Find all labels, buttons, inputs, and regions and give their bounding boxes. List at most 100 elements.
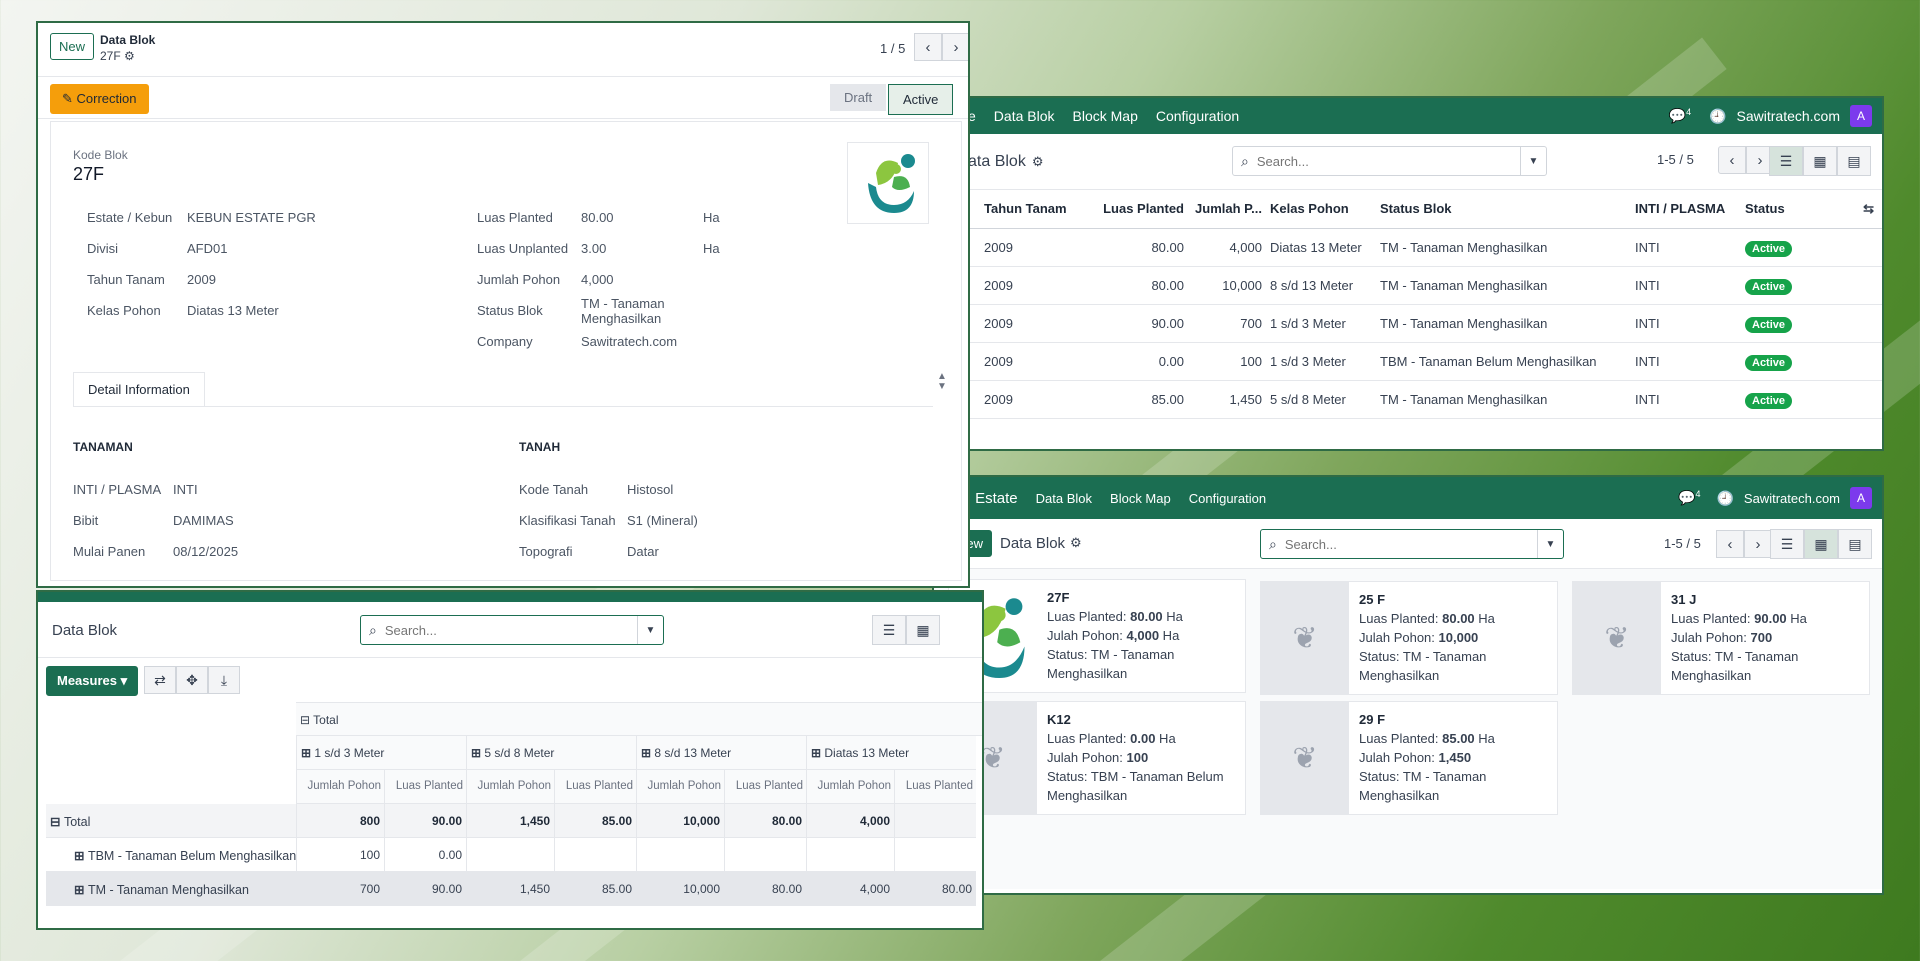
table-row[interactable]: 2009 0.00 100 1 s/d 3 Meter TBM - Tanaman Be… [932,342,1882,380]
kanban-view-button[interactable]: ▦ [906,615,940,645]
clock-icon[interactable]: 🕘 [1716,490,1733,507]
pivot-group-header[interactable]: ⊞ 8 s/d 13 Meter [636,736,806,770]
pivot-cell[interactable] [636,838,724,872]
gear-icon[interactable]: ⚙ [124,49,135,63]
field-value[interactable]: S1 (Mineral) [627,513,827,528]
new-button[interactable]: New [50,33,95,60]
kanban-card[interactable]: ❦ K12 Luas Planted: 0.00 Ha Julah Pohon: 10… [948,701,1246,815]
next-page-button[interactable]: › [942,33,968,61]
pivot-measure-header[interactable]: Jumlah Pohon [466,770,554,804]
field-value[interactable]: Datar [627,544,827,559]
column-settings-icon[interactable]: ⇆ [1839,190,1882,228]
pivot-cell[interactable] [894,804,976,838]
pivot-measure-header[interactable]: Luas Planted [894,770,976,804]
avatar[interactable]: A [1850,105,1872,127]
menu-item[interactable]: Configuration [1189,491,1266,506]
pivot-cell[interactable] [466,838,554,872]
next-page-button[interactable]: › [1744,530,1772,558]
gear-icon[interactable]: ⚙ [1070,535,1082,551]
pivot-group-header[interactable]: ⊞ 5 s/d 8 Meter [466,736,636,770]
pivot-cell[interactable]: 80.00 [724,872,806,906]
pager[interactable]: 1-5 / 5 [1657,152,1694,167]
breadcrumb[interactable]: Data Blok [100,33,155,47]
list-view-button[interactable]: ☰ [1769,146,1803,176]
pivot-measure-header[interactable]: Luas Planted [554,770,636,804]
search-input[interactable] [1284,536,1537,552]
pivot-measure-header[interactable]: Jumlah Pohon [296,770,384,804]
chevron-down-icon[interactable]: ▼ [1520,147,1546,175]
pivot-group-header[interactable]: ⊞ Diatas 13 Meter [806,736,976,770]
column-header[interactable]: INTI / PLASMA [1635,190,1745,228]
column-header[interactable]: Luas Planted [1094,190,1184,228]
tab-detail-information[interactable]: Detail Information [73,372,205,406]
pivot-cell[interactable] [894,838,976,872]
pivot-cell[interactable] [724,838,806,872]
pivot-row-header[interactable]: ⊞ TM - Tanaman Menghasilkan [46,872,296,906]
pivot-group-header[interactable]: ⊞ 1 s/d 3 Meter [296,736,466,770]
pivot-cell[interactable]: 1,450 [466,872,554,906]
pivot-cell[interactable] [554,838,636,872]
list-view-button[interactable]: ☰ [872,615,906,645]
download-icon[interactable]: ⤓ [208,666,240,694]
search-input[interactable] [1256,153,1520,169]
pivot-measure-header[interactable]: Jumlah Pohon [636,770,724,804]
measures-button[interactable]: Measures ▾ [46,666,139,696]
flip-axis-icon[interactable]: ⇄ [144,666,176,694]
field-value[interactable]: Diatas 13 Meter [187,303,407,318]
pivot-cell[interactable]: 100 [296,838,384,872]
kanban-card[interactable]: ❦ 29 F Luas Planted: 85.00 Ha Julah Pohon: … [1260,701,1558,815]
pivot-measure-header[interactable]: Luas Planted [724,770,806,804]
search-input[interactable] [384,622,637,638]
menu-item[interactable]: Block Map [1110,491,1171,506]
kanban-card[interactable]: ❦ 25 F Luas Planted: 80.00 Ha Julah Pohon: … [1260,581,1558,695]
field-value[interactable]: TM - Tanaman Menghasilkan [581,296,703,326]
pivot-cell[interactable]: 4,000 [806,872,894,906]
pivot-view-button[interactable]: ▤ [1837,146,1871,176]
scroll-arrows-icon[interactable]: ▲ ▼ [937,372,947,392]
kanban-view-button[interactable]: ▦ [1803,146,1837,176]
chevron-down-icon[interactable]: ▼ [1537,530,1563,558]
column-header[interactable]: Status Blok [1380,190,1635,228]
field-value[interactable]: 4,000 [581,272,703,287]
column-header[interactable]: Jumlah P... [1184,190,1262,228]
status-draft[interactable]: Draft [830,84,887,111]
field-value[interactable]: Histosol [627,482,827,497]
company-name[interactable]: Sawitratech.com [1737,108,1840,124]
pivot-cell[interactable]: 90.00 [384,872,466,906]
field-value[interactable]: AFD01 [187,241,407,256]
chat-icon[interactable]: 💬4 [1669,107,1691,125]
pager[interactable]: 1 / 5 [880,41,905,56]
pivot-cell[interactable]: 800 [296,804,384,838]
field-value[interactable]: 80.00 [581,210,703,225]
field-value[interactable]: 08/12/2025 [173,544,393,559]
pivot-cell[interactable]: 4,000 [806,804,894,838]
field-value[interactable]: INTI [173,482,393,497]
column-header[interactable]: Tahun Tanam [984,190,1094,228]
pivot-cell[interactable]: 80.00 [894,872,976,906]
avatar[interactable]: A [1850,487,1872,509]
pivot-cell[interactable]: 1,450 [466,804,554,838]
menu-item[interactable]: Data Blok [1036,491,1092,506]
table-row[interactable]: 2009 80.00 4,000 Diatas 13 Meter TM - Tanama… [932,228,1882,266]
pager[interactable]: 1-5 / 5 [1664,536,1701,551]
field-value[interactable]: Sawitratech.com [581,334,703,349]
pivot-cell[interactable]: 10,000 [636,872,724,906]
list-view-button[interactable]: ☰ [1770,529,1804,559]
prev-page-button[interactable]: ‹ [1718,146,1746,174]
table-row[interactable]: 2009 90.00 700 1 s/d 3 Meter TM - Tanaman Me… [932,304,1882,342]
field-value[interactable]: 3.00 [581,241,703,256]
expand-all-icon[interactable]: ✥ [176,666,208,694]
table-row[interactable]: 2009 80.00 10,000 8 s/d 13 Meter TM - Tanama… [932,266,1882,304]
chevron-down-icon[interactable]: ▼ [637,616,663,644]
pivot-cell[interactable] [806,838,894,872]
pivot-cell[interactable]: 85.00 [554,804,636,838]
pivot-cell[interactable]: 80.00 [724,804,806,838]
pivot-cell[interactable]: 90.00 [384,804,466,838]
app-name[interactable]: Estate [975,490,1018,507]
field-value[interactable]: 2009 [187,272,407,287]
pivot-cell[interactable]: 700 [296,872,384,906]
table-row[interactable]: 2009 85.00 1,450 5 s/d 8 Meter TM - Tanaman … [932,380,1882,418]
menu-item[interactable]: Configuration [1156,108,1239,124]
pivot-row-header[interactable]: ⊞ TBM - Tanaman Belum Menghasilkan [46,838,296,872]
prev-page-button[interactable]: ‹ [1716,530,1744,558]
